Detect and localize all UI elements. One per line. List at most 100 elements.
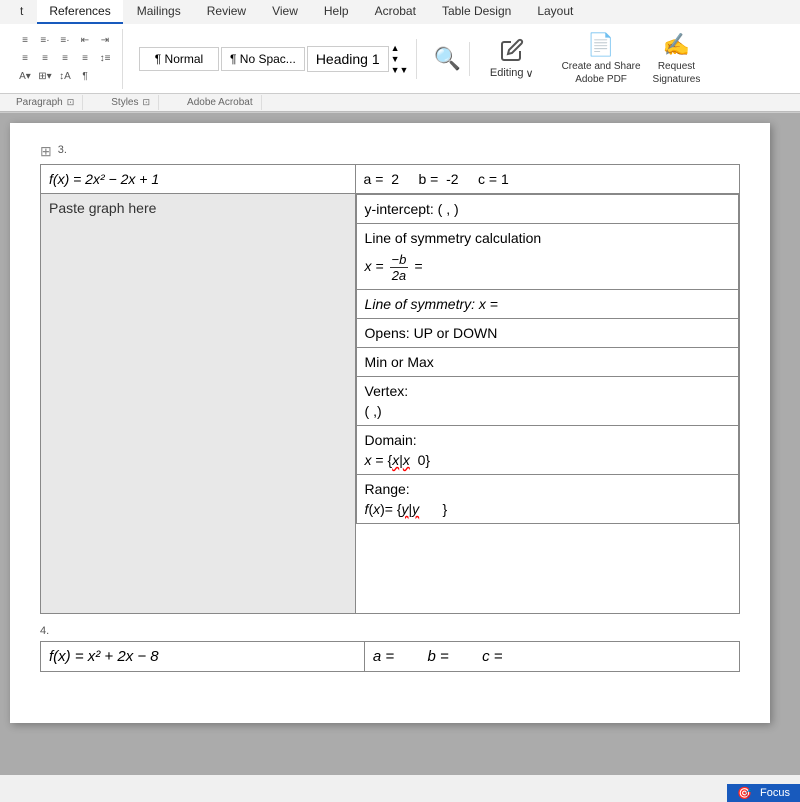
problem4-table: f(x) = x² + 2x − 8 a = b = c =: [40, 641, 740, 672]
range-value: f(x)= {y|y }: [365, 501, 730, 517]
problem4-coefficients: a = b = c =: [364, 642, 739, 672]
styles-scroll[interactable]: ▲ ▼ ▼▼: [391, 43, 409, 75]
range-label: Range:: [365, 481, 730, 497]
domain-squiggle: x|x: [392, 452, 410, 468]
denominator-2a: 2a: [390, 268, 408, 283]
shading-icon[interactable]: A▾: [16, 69, 34, 85]
tab-view[interactable]: View: [260, 0, 310, 24]
align-left-icon[interactable]: ≡: [16, 51, 34, 67]
tab-mailings[interactable]: Mailings: [125, 0, 193, 24]
row4-label: 4.: [40, 625, 49, 637]
acrobat-section: 📄 Create and ShareAdobe PDF ✍ RequestSig…: [554, 32, 709, 86]
minmax-cell: Min or Max: [356, 348, 738, 377]
tab-layout[interactable]: Layout: [525, 0, 585, 24]
symmetry-calc-cell: Line of symmetry calculation x = −b 2a =: [356, 224, 738, 290]
para-row-2: ≡ ≡ ≡ ≡ ↕≡: [16, 51, 114, 67]
line-spacing-icon[interactable]: ↕≡: [96, 51, 114, 67]
symmetry-calc-label: Line of symmetry calculation: [365, 230, 730, 246]
tab-table-design[interactable]: Table Design: [430, 0, 523, 24]
range-cell: Range: f(x)= {y|y }: [356, 475, 738, 524]
editing-chevron: ∨: [526, 67, 534, 80]
calculations-table: y-intercept: ( , ) Line of symmetry calc…: [356, 194, 739, 524]
paragraph-dialog-icon[interactable]: ⊡: [67, 97, 75, 108]
tab-review[interactable]: Review: [195, 0, 258, 24]
search-group: 🔍: [425, 42, 469, 76]
move-handle-icon[interactable]: ⊞: [40, 143, 52, 160]
tab-help[interactable]: Help: [312, 0, 361, 24]
para-row-3: A▾ ⊞▾ ↕A ¶: [16, 69, 114, 85]
tab-t[interactable]: t: [8, 0, 35, 24]
create-pdf-icon: 📄: [587, 32, 614, 58]
paragraph-footer: Paragraph ⊡: [8, 95, 83, 110]
vertex-label: Vertex:: [365, 383, 730, 399]
pilcrow-icon[interactable]: ¶: [76, 69, 94, 85]
request-signatures-button[interactable]: ✍ RequestSignatures: [653, 32, 701, 86]
function-display: f(x) = 2x² − 2x + 1: [49, 171, 159, 187]
domain-cell: Domain: x = {x|x 0}: [356, 426, 738, 475]
style-heading[interactable]: Heading 1: [307, 46, 389, 72]
ribbon-bottom: Paragraph ⊡ Styles ⊡ Adobe Acrobat: [0, 94, 800, 112]
style-heading-label: Heading 1: [316, 51, 380, 67]
editing-label: Editing ∨: [490, 67, 534, 80]
document-area: ⊞ 3. f(x) = 2x² − 2x + 1 a = 2 b = -2: [0, 113, 800, 775]
c-label: c =: [478, 171, 497, 187]
align-center-icon[interactable]: ≡: [36, 51, 54, 67]
problem3-body-row: Paste graph here y-intercept: ( , ): [41, 194, 740, 614]
list-icon-3[interactable]: ≡·: [56, 33, 74, 49]
create-pdf-label: Create and ShareAdobe PDF: [562, 60, 641, 86]
align-right-icon[interactable]: ≡: [56, 51, 74, 67]
paste-graph-text: Paste graph here: [49, 200, 156, 216]
opens-label: Opens: UP or DOWN: [365, 325, 498, 341]
y-intercept-label: y-intercept: ( , ): [365, 201, 459, 217]
list-icon-1[interactable]: ≡: [16, 33, 34, 49]
tab-references[interactable]: References: [37, 0, 122, 24]
ribbon: t References Mailings Review View Help A…: [0, 0, 800, 113]
minmax-label: Min or Max: [365, 354, 434, 370]
styles-dialog-icon[interactable]: ⊡: [142, 97, 150, 108]
status-bar: 🎯 Focus: [727, 784, 800, 802]
paragraph-group-label: Paragraph: [16, 97, 63, 108]
editing-icon-area: [500, 38, 524, 65]
acrobat-footer: Adobe Acrobat: [179, 95, 262, 110]
sort-icon[interactable]: ↕A: [56, 69, 74, 85]
signatures-label: RequestSignatures: [653, 60, 701, 86]
range-row: Range: f(x)= {y|y }: [356, 475, 738, 524]
styles-footer: Styles ⊡: [103, 95, 159, 110]
domain-value: x = {x|x 0}: [365, 452, 730, 468]
tab-acrobat[interactable]: Acrobat: [363, 0, 428, 24]
focus-icon: 🎯: [737, 786, 752, 800]
range-squiggle: y|y: [402, 501, 420, 517]
symmetry-result-cell: Line of symmetry: x =: [356, 290, 738, 319]
create-adobe-pdf-button[interactable]: 📄 Create and ShareAdobe PDF: [562, 32, 641, 86]
justify-icon[interactable]: ≡: [76, 51, 94, 67]
editing-section[interactable]: Editing ∨: [478, 34, 546, 84]
list-icon-2[interactable]: ≡·: [36, 33, 54, 49]
opens-cell: Opens: UP or DOWN: [356, 319, 738, 348]
graph-cell: Paste graph here: [41, 194, 356, 614]
function-header: f(x) = 2x² − 2x + 1: [41, 165, 356, 194]
border-icon[interactable]: ⊞▾: [36, 69, 54, 85]
styles-group-label: Styles: [111, 97, 138, 108]
domain-label: Domain:: [365, 432, 730, 448]
style-nospace[interactable]: ¶ No Spac...: [221, 47, 305, 71]
search-icon[interactable]: 🔍: [433, 46, 460, 72]
problem4-function: f(x) = x² + 2x − 8: [41, 642, 365, 672]
signatures-icon: ✍: [663, 32, 690, 58]
minmax-row: Min or Max: [356, 348, 738, 377]
indent-icon-1[interactable]: ⇤: [76, 33, 94, 49]
vertex-cell: Vertex: ( ,): [356, 377, 738, 426]
style-normal[interactable]: ¶ Normal: [139, 47, 219, 71]
para-row-1: ≡ ≡· ≡· ⇤ ⇥: [16, 33, 114, 49]
ribbon-content: ≡ ≡· ≡· ⇤ ⇥ ≡ ≡ ≡ ≡ ↕≡ A▾ ⊞▾ ↕A ¶: [0, 24, 800, 94]
style-nospace-label: ¶ No Spac...: [230, 52, 296, 66]
row4-header: 4.: [40, 622, 740, 637]
focus-label: Focus: [760, 787, 790, 799]
indent-icon-2[interactable]: ⇥: [96, 33, 114, 49]
vertex-row: Vertex: ( ,): [356, 377, 738, 426]
calculations-cell: y-intercept: ( , ) Line of symmetry calc…: [355, 194, 739, 614]
row3-header: ⊞ 3.: [40, 143, 740, 160]
problem3-header-row: f(x) = 2x² − 2x + 1 a = 2 b = -2 c = 1: [41, 165, 740, 194]
symmetry-result-label: Line of symmetry: x =: [365, 296, 498, 312]
domain-row: Domain: x = {x|x 0}: [356, 426, 738, 475]
problem3-table: f(x) = 2x² − 2x + 1 a = 2 b = -2 c = 1: [40, 164, 740, 614]
